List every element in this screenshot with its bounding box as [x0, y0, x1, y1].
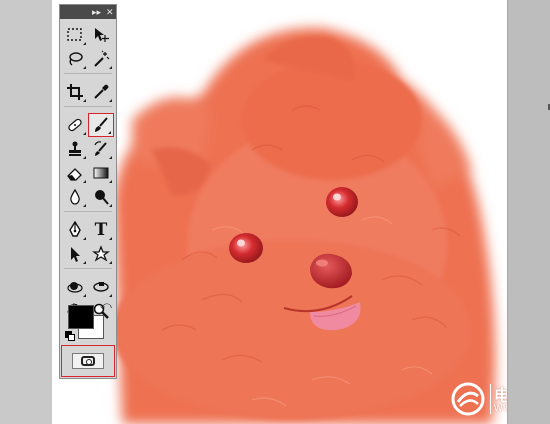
water-drop-icon — [70, 188, 80, 205]
pen-nib-icon — [69, 221, 81, 237]
document-canvas[interactable]: 电脑百事网 WWW.PC841.COM — [52, 0, 507, 424]
stamp-icon — [69, 141, 81, 156]
move-tool[interactable] — [88, 23, 114, 47]
quick-mask-area — [61, 345, 115, 377]
foreground-color-swatch[interactable] — [68, 305, 94, 329]
quick-mask-button[interactable] — [72, 353, 104, 369]
history-brush-tool[interactable] — [88, 137, 114, 161]
tool-separator — [64, 211, 112, 218]
eyedropper-tool[interactable] — [88, 80, 114, 104]
swap-colors-icon[interactable]: ⤺ — [100, 301, 112, 312]
eraser-tool[interactable] — [62, 161, 88, 185]
color-swatches: ⤺ — [64, 301, 114, 345]
eraser-icon — [67, 168, 82, 181]
watermark-logo-icon — [451, 382, 485, 416]
clone-stamp-tool[interactable] — [62, 137, 88, 161]
watermark-url: WWW.PC841.COM — [494, 403, 507, 413]
path-selection-tool[interactable] — [62, 242, 88, 266]
path-selection-arrow-icon — [71, 247, 80, 262]
dodge-tool[interactable] — [88, 185, 114, 209]
healing-brush-tool[interactable] — [62, 113, 88, 137]
tool-separator — [64, 268, 112, 275]
default-colors-icon[interactable] — [65, 331, 75, 341]
site-watermark: 电脑百事网 WWW.PC841.COM — [450, 380, 507, 418]
brush-tool[interactable] — [88, 113, 114, 137]
crop-icon — [67, 84, 83, 100]
3d-camera-orbit-icon — [93, 282, 109, 292]
right-panel-strip — [507, 0, 550, 424]
collapse-panel-button[interactable]: ▸▸ — [92, 6, 101, 18]
marquee-tool[interactable] — [62, 23, 88, 47]
shape-tool[interactable] — [88, 242, 114, 266]
move-arrow-icon — [95, 28, 109, 42]
dodge-icon — [95, 190, 109, 205]
close-panel-button[interactable]: ✕ — [106, 6, 114, 18]
rectangular-marquee-icon — [67, 28, 82, 41]
pen-tool[interactable] — [62, 218, 88, 242]
blur-tool[interactable] — [62, 185, 88, 209]
tools-panel-titlebar[interactable]: ▸▸ ✕ — [60, 5, 116, 19]
gradient-icon — [93, 167, 109, 179]
type-tool[interactable]: T — [88, 218, 114, 242]
quick-mask-icon — [81, 356, 95, 366]
crop-tool[interactable] — [62, 80, 88, 104]
3d-rotate-tool[interactable] — [62, 275, 88, 299]
tool-separator — [64, 73, 112, 80]
history-brush-icon — [94, 141, 107, 156]
tools-panel[interactable]: ▸▸ ✕ T ⤺ — [59, 4, 117, 379]
dog-photo — [112, 27, 496, 424]
lasso-icon — [69, 52, 83, 66]
magic-wand-tool[interactable] — [88, 47, 114, 71]
custom-shape-icon — [92, 245, 110, 262]
3d-orbit-tool[interactable] — [88, 275, 114, 299]
magic-wand-icon — [94, 50, 110, 67]
tool-separator — [64, 106, 112, 113]
bandage-icon — [68, 118, 82, 132]
watermark-divider — [490, 384, 491, 414]
tool-grid: T — [62, 23, 114, 323]
gradient-tool[interactable] — [88, 161, 114, 185]
eyedropper-icon — [94, 84, 109, 99]
type-tool-glyph: T — [94, 220, 108, 240]
3d-object-rotate-icon — [67, 282, 83, 293]
lasso-tool[interactable] — [62, 47, 88, 71]
